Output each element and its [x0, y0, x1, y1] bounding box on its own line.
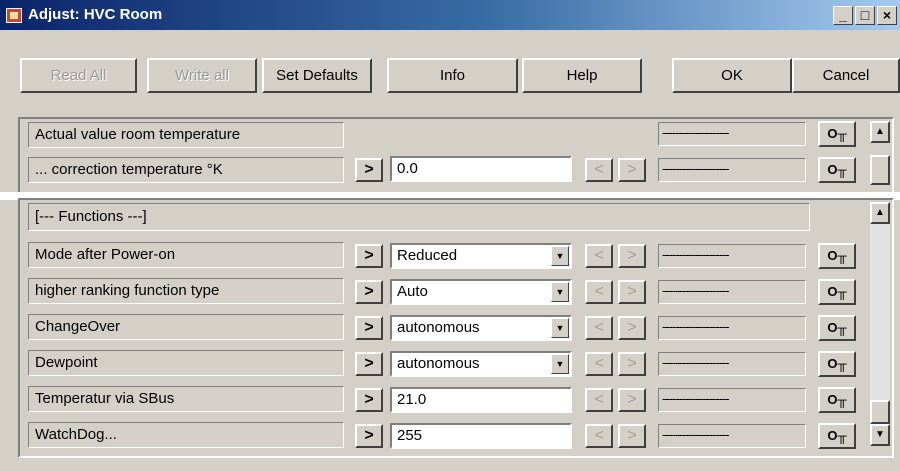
title-bar[interactable]: Adjust: HVC Room _ □ × [0, 0, 900, 30]
status-field: -------------------- [658, 316, 806, 340]
next-button[interactable]: > [355, 352, 383, 376]
scrollbar-thumb[interactable] [870, 155, 890, 185]
chevron-down-icon[interactable]: ▼ [551, 354, 569, 374]
next-button[interactable]: > [618, 388, 646, 412]
chevron-down-icon[interactable]: ▼ [551, 246, 569, 266]
prev-button[interactable]: < [585, 280, 613, 304]
row-label: Mode after Power-on [28, 242, 344, 268]
row-label: ... correction temperature °K [28, 157, 344, 183]
status-field: -------------------- [658, 352, 806, 376]
next-button[interactable]: > [355, 158, 383, 182]
row-label: WatchDog... [28, 422, 344, 448]
row-label: ChangeOver [28, 314, 344, 340]
row-label: higher ranking function type [28, 278, 344, 304]
select-value: Reduced [397, 247, 458, 264]
set-defaults-button[interactable]: Set Defaults [262, 58, 372, 93]
next-button[interactable]: > [618, 352, 646, 376]
status-field: -------------------- [658, 244, 806, 268]
select-value: Auto [397, 283, 428, 300]
prev-button[interactable]: < [585, 424, 613, 448]
next-button[interactable]: > [618, 158, 646, 182]
maximize-button[interactable]: □ [855, 6, 875, 25]
status-field: -------------------- [658, 280, 806, 304]
key-icon[interactable]: O╥ [818, 121, 856, 147]
next-button[interactable]: > [355, 424, 383, 448]
prev-button[interactable]: < [585, 244, 613, 268]
status-field: -------------------- [658, 122, 806, 146]
window-title: Adjust: HVC Room [28, 6, 163, 23]
row-label: Actual value room temperature [28, 122, 344, 148]
prev-button[interactable]: < [585, 388, 613, 412]
scrollbar-thumb[interactable] [870, 400, 890, 424]
info-button[interactable]: Info [387, 58, 518, 93]
functions-header: [--- Functions ---] [28, 203, 810, 231]
help-button[interactable]: Help [522, 58, 642, 93]
dewpoint-select[interactable]: autonomous ▼ [390, 351, 572, 377]
next-button[interactable]: > [355, 388, 383, 412]
key-icon[interactable]: O╥ [818, 387, 856, 413]
watchdog-input[interactable]: 255 [390, 423, 572, 449]
next-button[interactable]: > [618, 280, 646, 304]
app-icon [6, 8, 22, 23]
status-field: -------------------- [658, 158, 806, 182]
temperature-sbus-input[interactable]: 21.0 [390, 387, 572, 413]
scroll-up-icon[interactable]: ▲ [870, 121, 890, 143]
cancel-button[interactable]: Cancel [792, 58, 900, 93]
function-type-select[interactable]: Auto ▼ [390, 279, 572, 305]
prev-button[interactable]: < [585, 158, 613, 182]
row-label: Dewpoint [28, 350, 344, 376]
next-button[interactable]: > [618, 316, 646, 340]
next-button[interactable]: > [618, 244, 646, 268]
key-icon[interactable]: O╥ [818, 279, 856, 305]
select-value: autonomous [397, 355, 480, 372]
write-all-button[interactable]: Write all [147, 58, 257, 93]
select-value: autonomous [397, 319, 480, 336]
minimize-button[interactable]: _ [833, 6, 853, 25]
status-field: -------------------- [658, 424, 806, 448]
key-icon[interactable]: O╥ [818, 351, 856, 377]
key-icon[interactable]: O╥ [818, 157, 856, 183]
scroll-up-icon[interactable]: ▲ [870, 202, 890, 224]
prev-button[interactable]: < [585, 352, 613, 376]
next-button[interactable]: > [618, 424, 646, 448]
row-label: Temperatur via SBus [28, 386, 344, 412]
changeover-select[interactable]: autonomous ▼ [390, 315, 572, 341]
key-icon[interactable]: O╥ [818, 423, 856, 449]
close-button[interactable]: × [877, 6, 897, 25]
prev-button[interactable]: < [585, 316, 613, 340]
status-field: -------------------- [658, 388, 806, 412]
key-icon[interactable]: O╥ [818, 315, 856, 341]
read-all-button[interactable]: Read All [20, 58, 137, 93]
key-icon[interactable]: O╥ [818, 243, 856, 269]
chevron-down-icon[interactable]: ▼ [551, 282, 569, 302]
scrollbar-track[interactable] [870, 224, 890, 400]
correction-temperature-input[interactable]: 0.0 [390, 156, 572, 182]
next-button[interactable]: > [355, 316, 383, 340]
scroll-down-icon[interactable]: ▼ [870, 424, 890, 446]
chevron-down-icon[interactable]: ▼ [551, 318, 569, 338]
ok-button[interactable]: OK [672, 58, 792, 93]
mode-after-power-on-select[interactable]: Reduced ▼ [390, 243, 572, 269]
next-button[interactable]: > [355, 244, 383, 268]
next-button[interactable]: > [355, 280, 383, 304]
